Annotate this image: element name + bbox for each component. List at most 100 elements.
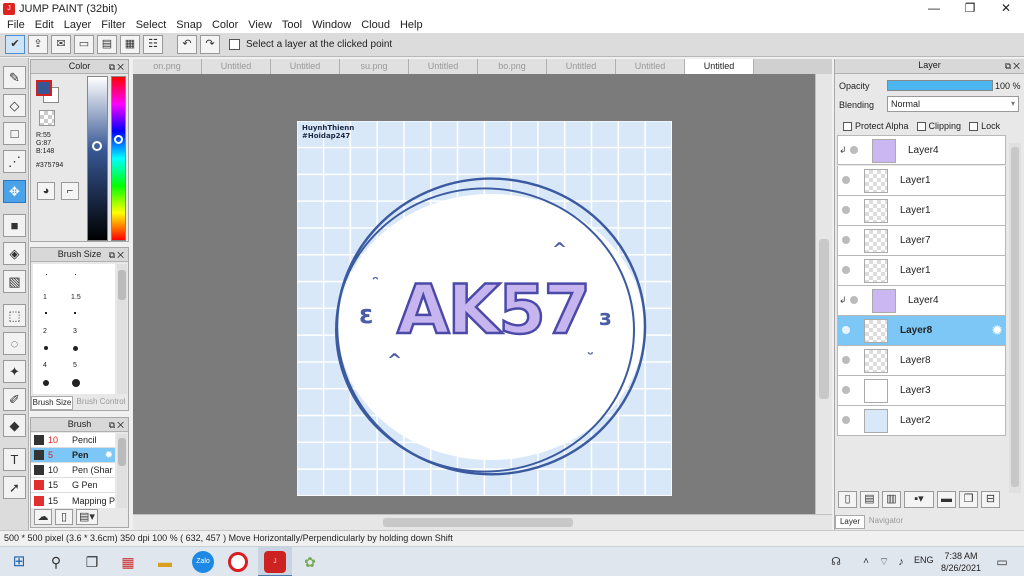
tab-doc-8[interactable]: Untitled [616, 59, 685, 74]
redo-icon[interactable]: ↷ [200, 35, 220, 54]
brightness-handle[interactable] [92, 141, 102, 151]
menu-color[interactable]: Color [207, 19, 243, 31]
brush-size-3[interactable]: 3 [73, 328, 77, 335]
layer-row[interactable]: Layer1 [837, 166, 1006, 196]
brush-size-scrollbar[interactable] [117, 264, 127, 394]
menu-view[interactable]: View [243, 19, 277, 31]
menu-select[interactable]: Select [131, 19, 172, 31]
move-tool-icon[interactable]: ✥ [3, 180, 26, 203]
tab-navigator[interactable]: Navigator [866, 515, 906, 529]
bucket-tool-icon[interactable]: ◈ [3, 242, 26, 265]
dot-pen-tool-icon[interactable]: ⋰ [3, 150, 26, 173]
brush-list-scrollbar[interactable] [117, 434, 127, 508]
brush-item-pencil[interactable]: 10 Pencil [31, 433, 115, 448]
duplicate-layer-icon[interactable]: ❐ [959, 491, 978, 508]
layer-row[interactable]: Layer7 [837, 226, 1006, 256]
tab-doc-6[interactable]: bo.png [478, 59, 547, 74]
menu-snap[interactable]: Snap [171, 19, 207, 31]
eyedropper-icon[interactable]: ⌐ [61, 182, 79, 200]
tab-doc-active[interactable]: Untitled [685, 59, 754, 75]
brush-size-1-5[interactable]: 1.5 [71, 294, 81, 301]
new-layer-1bit-icon[interactable]: ▥ [882, 491, 901, 508]
lasso-tool-icon[interactable]: ◌ [3, 332, 26, 355]
menu-layer[interactable]: Layer [59, 19, 97, 31]
new-layer-8bit-icon[interactable]: ▤ [860, 491, 879, 508]
jump-paint-app-icon[interactable]: J [264, 551, 286, 573]
tab-doc-1[interactable]: on.png [133, 59, 202, 74]
people-icon[interactable]: ☊ [826, 552, 846, 572]
file-explorer-icon[interactable]: ▬ [155, 552, 175, 572]
brush-size-1[interactable]: 1 [43, 294, 47, 301]
opacity-slider[interactable] [887, 80, 993, 91]
brush-settings-gear-icon[interactable]: ✹ [105, 450, 113, 461]
brush-tool-icon[interactable]: ✎ [3, 66, 26, 89]
clock[interactable]: 7:38 AM 8/26/2021 [940, 550, 982, 574]
task-view-icon[interactable]: ❐ [82, 552, 102, 572]
layer-row[interactable]: Layer2 [837, 406, 1006, 436]
menu-file[interactable]: File [2, 19, 30, 31]
layer-row[interactable]: Layer3 [837, 376, 1006, 406]
tab-doc-2[interactable]: Untitled [202, 59, 271, 74]
visibility-eye-icon[interactable] [850, 296, 858, 304]
select-pen-tool-icon[interactable]: ✐ [3, 388, 26, 411]
layer-row-selected[interactable]: Layer8 ✹ [837, 316, 1006, 346]
settings-icon[interactable]: ☷ [143, 35, 163, 54]
visibility-eye-icon[interactable] [842, 386, 850, 394]
visibility-eye-icon[interactable] [842, 416, 850, 424]
tab-doc-5[interactable]: Untitled [409, 59, 478, 74]
layer-settings-gear-icon[interactable]: ✹ [991, 322, 1003, 339]
brush-item-pen-sharp[interactable]: 10 Pen (Shar [31, 463, 115, 478]
canvas-document[interactable]: HuynhThienn #Hoidap247 ε з ^ ^ ᵔ ᵕ AK57 [297, 121, 672, 496]
blending-select[interactable]: Normal ▾ [887, 96, 1019, 112]
windows-start-icon[interactable]: ⊞ [9, 552, 29, 572]
tab-doc-7[interactable]: Untitled [547, 59, 616, 74]
merge-layer-icon[interactable]: ⊟ [981, 491, 1000, 508]
visibility-eye-icon[interactable] [850, 146, 858, 154]
operation-tool-icon[interactable]: ➚ [3, 476, 26, 499]
panel-close-icon[interactable]: ⧉✕ [109, 249, 126, 262]
search-icon[interactable]: ⚲ [46, 552, 66, 572]
notification-icon[interactable]: ▭ [992, 552, 1012, 572]
comment-icon[interactable]: ✉ [51, 35, 71, 54]
menu-filter[interactable]: Filter [96, 19, 130, 31]
gradient-tool-icon[interactable]: ▧ [3, 270, 26, 293]
new-layer-icon[interactable]: ▯ [838, 491, 857, 508]
brush-cloud-icon[interactable]: ☁ [34, 509, 52, 525]
volume-icon[interactable]: ♪ [891, 552, 911, 572]
input-language[interactable]: ENG [914, 555, 934, 565]
menu-window[interactable]: Window [307, 19, 356, 31]
new-folder-icon[interactable]: ▬ [937, 491, 956, 508]
brush-size-5[interactable]: 5 [73, 362, 77, 369]
layer-menu-icon[interactable]: ▪▾ [904, 491, 934, 508]
select-eraser-tool-icon[interactable]: ◆ [3, 414, 26, 437]
menu-cloud[interactable]: Cloud [356, 19, 395, 31]
visibility-eye-icon[interactable] [842, 326, 850, 334]
brush-item-pen[interactable]: 5 Pen ✹ [31, 448, 115, 463]
store-app-icon[interactable]: ▦ [118, 552, 138, 572]
grid-icon[interactable]: ▦ [120, 35, 140, 54]
tab-doc-3[interactable]: Untitled [271, 59, 340, 74]
visibility-eye-icon[interactable] [842, 236, 850, 244]
clipping-checkbox[interactable] [916, 121, 926, 131]
tab-doc-4[interactable]: su.png [340, 59, 409, 74]
chevron-up-icon[interactable]: ˄ [856, 552, 876, 572]
visibility-eye-icon[interactable] [842, 266, 850, 274]
menu-tool[interactable]: Tool [277, 19, 307, 31]
panel-close-icon[interactable]: ⧉✕ [109, 419, 126, 432]
brush-menu-icon[interactable]: ▤▾ [76, 509, 98, 525]
maximize-button[interactable]: ❐ [952, 0, 988, 17]
layer-row[interactable]: ↲ Layer4 [837, 135, 1006, 165]
layer-row[interactable]: Layer8 [837, 346, 1006, 376]
document-icon[interactable]: ▤ [97, 35, 117, 54]
hue-handle[interactable] [114, 135, 123, 144]
cloud-check-icon[interactable]: ✔ [5, 35, 25, 54]
visibility-eye-icon[interactable] [842, 176, 850, 184]
tab-brush-size[interactable]: Brush Size [31, 396, 73, 410]
fill-rect-tool-icon[interactable]: ■ [3, 214, 26, 237]
layer-row[interactable]: Layer1 [837, 256, 1006, 286]
menu-edit[interactable]: Edit [30, 19, 59, 31]
canvas-horizontal-scrollbar[interactable] [133, 514, 832, 530]
marquee-tool-icon[interactable]: ⬚ [3, 304, 26, 327]
zalo-app-icon[interactable]: Zalo [192, 551, 214, 573]
brightness-slider[interactable] [87, 76, 108, 241]
